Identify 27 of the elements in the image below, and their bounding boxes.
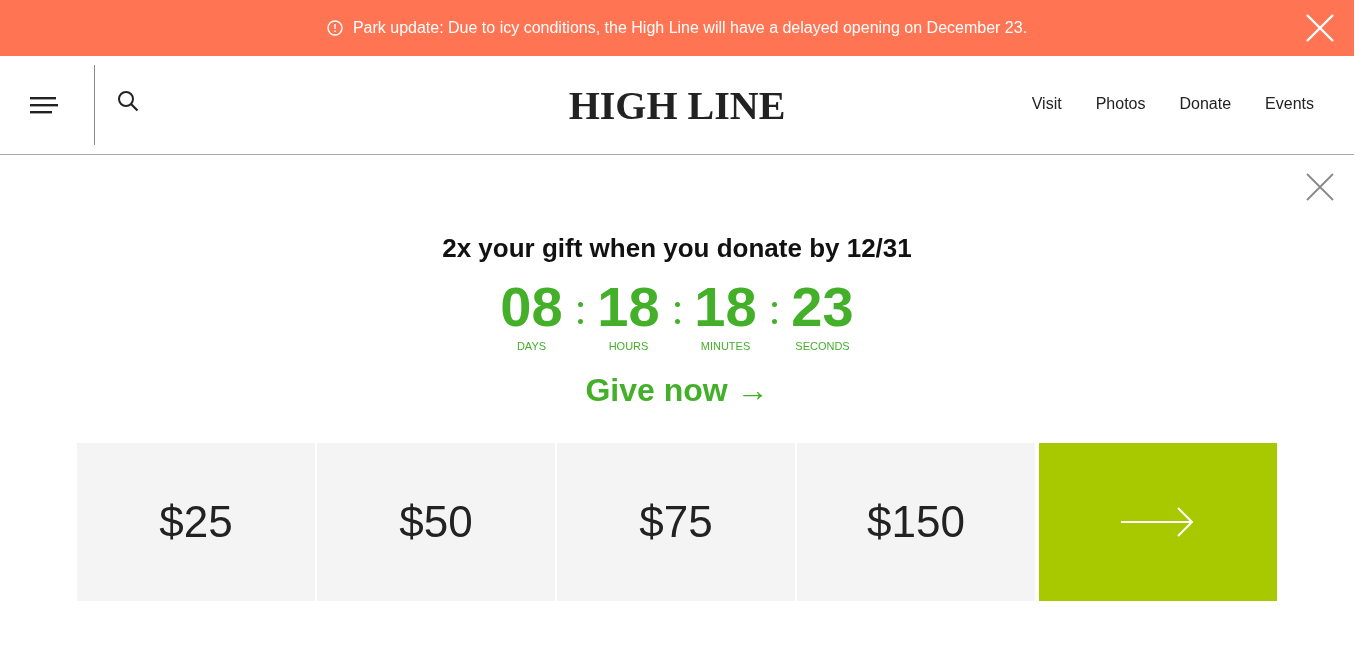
- nav-link[interactable]: Events: [1265, 95, 1314, 113]
- colon-icon: [771, 302, 777, 324]
- amount-button[interactable]: $75: [557, 443, 795, 601]
- promo-heading: 2x your gift when you donate by 12/31: [442, 233, 912, 264]
- close-icon[interactable]: [1306, 173, 1334, 201]
- countdown-value: 18: [597, 278, 660, 336]
- countdown-value: 23: [791, 278, 854, 336]
- menu-icon[interactable]: [30, 96, 58, 114]
- amount-button[interactable]: $150: [797, 443, 1035, 601]
- arrow-icon: [1121, 506, 1195, 538]
- amount-button[interactable]: $50: [317, 443, 555, 601]
- countdown-label: HOURS: [608, 340, 649, 352]
- logo[interactable]: HIGH LINE: [568, 82, 786, 129]
- nav-link[interactable]: Photos: [1095, 95, 1146, 113]
- countdown-value: 08: [500, 278, 563, 336]
- amount-button[interactable]: $25: [77, 443, 315, 601]
- info-icon: [326, 20, 343, 36]
- nav-link[interactable]: Donate: [1179, 95, 1232, 113]
- countdown-label: MINUTES: [700, 340, 751, 352]
- nav-link[interactable]: Visit: [1031, 95, 1062, 113]
- countdown-value: 18: [694, 278, 757, 336]
- countdown-label: DAYS: [516, 340, 547, 352]
- alert-text: Park update: Due to icy conditions, the High Line will have a delayed opening on December 23.: [352, 19, 1028, 37]
- colon-icon: [577, 302, 583, 324]
- search-icon[interactable]: [117, 90, 139, 112]
- colon-icon: [674, 302, 680, 324]
- countdown-label: SECONDS: [795, 340, 850, 352]
